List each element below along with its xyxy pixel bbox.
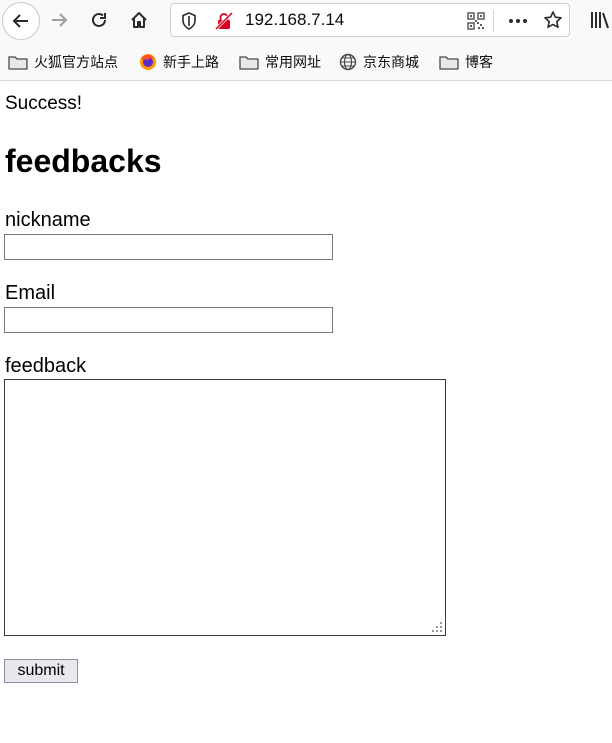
feedback-textarea[interactable] xyxy=(4,379,446,636)
bookmarks-toolbar: 火狐官方站点 新手上路 常用网址 京东商城 博客 xyxy=(0,42,612,81)
bookmark-item[interactable]: 博客 xyxy=(439,51,493,73)
url-text[interactable]: 192.168.7.14 xyxy=(245,10,344,30)
bookmark-star-icon[interactable] xyxy=(543,10,563,30)
back-button[interactable] xyxy=(2,2,40,40)
urlbar-separator xyxy=(493,10,494,32)
nickname-input[interactable] xyxy=(4,234,333,260)
bookmark-item[interactable]: 火狐官方站点 xyxy=(8,51,118,73)
home-button[interactable] xyxy=(122,3,156,37)
library-icon[interactable] xyxy=(590,10,612,30)
page-title: feedbacks xyxy=(5,143,162,179)
submit-button[interactable]: submit xyxy=(4,659,78,683)
bookmark-item[interactable]: 新手上路 xyxy=(139,51,219,73)
folder-icon xyxy=(239,56,259,70)
bookmark-label: 火狐官方站点 xyxy=(34,54,118,70)
folder-icon xyxy=(439,56,459,70)
bookmark-item[interactable]: 常用网址 xyxy=(239,51,321,73)
insecure-lock-icon[interactable] xyxy=(215,12,233,30)
folder-icon xyxy=(8,56,28,70)
page-actions-more-icon[interactable] xyxy=(507,12,529,30)
globe-icon xyxy=(339,53,357,71)
url-bar[interactable]: 192.168.7.14 xyxy=(170,3,570,37)
home-icon xyxy=(131,12,147,28)
page-content: Success! feedbacks nickname Email feedba… xyxy=(0,81,612,743)
bookmark-item[interactable]: 京东商城 xyxy=(339,51,419,73)
resize-grip-icon[interactable] xyxy=(431,621,443,633)
email-label: Email xyxy=(5,282,56,304)
forward-button[interactable] xyxy=(42,3,76,37)
nickname-label: nickname xyxy=(5,209,91,231)
qr-code-icon[interactable] xyxy=(467,12,485,30)
firefox-icon xyxy=(140,54,156,70)
reload-icon xyxy=(92,12,106,27)
reload-button[interactable] xyxy=(82,3,116,37)
feedback-label: feedback xyxy=(5,355,87,377)
tracking-shield-icon[interactable] xyxy=(181,12,197,30)
bookmark-label: 常用网址 xyxy=(265,54,321,70)
bookmark-label: 新手上路 xyxy=(163,54,219,70)
email-input[interactable] xyxy=(4,307,333,333)
status-message: Success! xyxy=(5,93,83,114)
forward-arrow-icon xyxy=(52,13,68,27)
browser-toolbar: 192.168.7.14 xyxy=(0,0,612,42)
back-arrow-icon xyxy=(12,14,28,28)
bookmark-label: 京东商城 xyxy=(363,54,419,70)
bookmark-label: 博客 xyxy=(465,54,493,70)
